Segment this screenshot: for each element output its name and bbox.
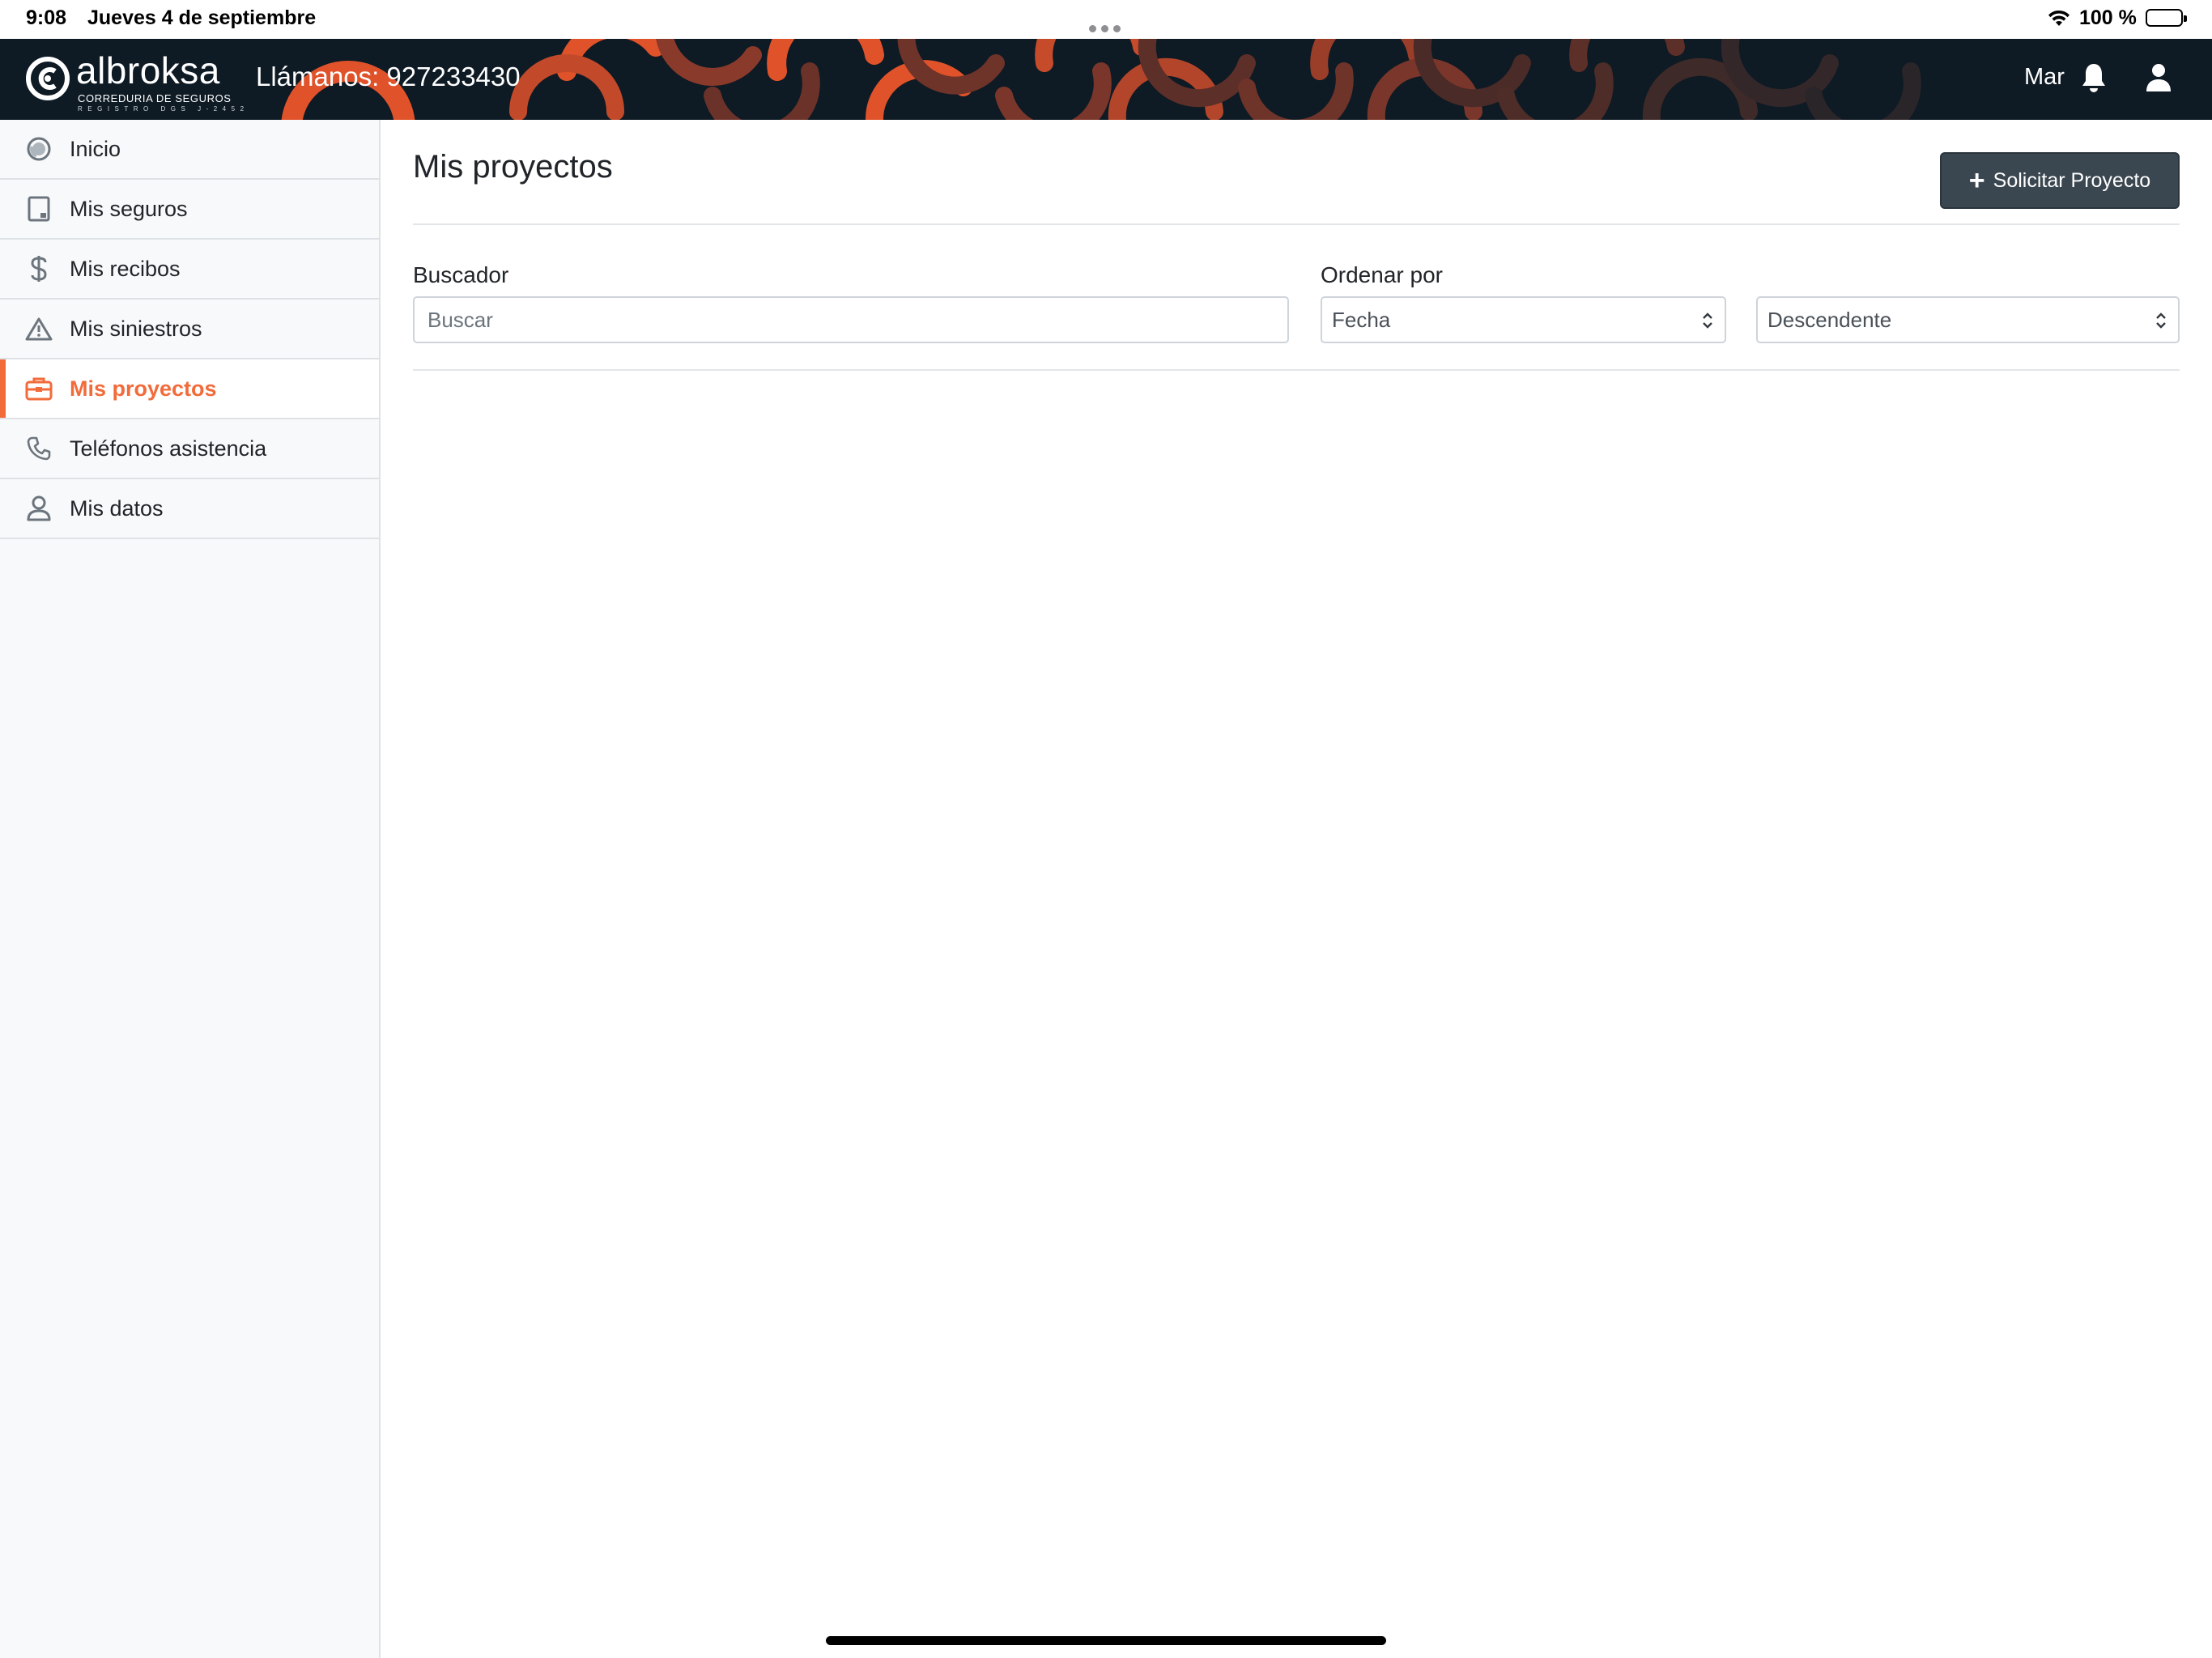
- order-direction-select[interactable]: Descendente: [1756, 296, 2180, 343]
- logo-registry: REGISTRO DGS J-2452: [78, 105, 249, 113]
- sidebar-item-mis-siniestros[interactable]: Mis siniestros: [0, 300, 379, 359]
- top-navbar: albroksa CORREDURIA DE SEGUROS REGISTRO …: [0, 39, 2212, 120]
- user-icon: [24, 494, 53, 523]
- sidebar-item-label: Inicio: [70, 136, 121, 161]
- order-label: Ordenar por: [1321, 262, 1443, 287]
- sidebar-item-label: Teléfonos asistencia: [70, 436, 267, 461]
- dashboard-icon: [24, 134, 53, 164]
- sidebar-item-mis-datos[interactable]: Mis datos: [0, 479, 379, 539]
- dollar-icon: [24, 254, 53, 283]
- logo-text: albroksa: [76, 49, 220, 91]
- multitasking-dots-icon[interactable]: [1089, 15, 1125, 38]
- search-input[interactable]: [413, 296, 1289, 343]
- sidebar-item-label: Mis datos: [70, 495, 164, 521]
- sidebar-item-telefonos-asistencia[interactable]: Teléfonos asistencia: [0, 419, 379, 479]
- status-time: 9:08: [26, 6, 67, 29]
- briefcase-icon: [24, 374, 53, 403]
- plus-icon: +: [1968, 165, 1985, 196]
- sidebar: Inicio Mis seguros Mis recibos Mis sinie…: [0, 120, 381, 1658]
- search-label: Buscador: [413, 262, 509, 287]
- solicitar-proyecto-button[interactable]: + Solicitar Proyecto: [1940, 152, 2180, 209]
- status-date: Jueves 4 de septiembre: [87, 6, 317, 29]
- page-title: Mis proyectos: [413, 149, 613, 185]
- home-indicator[interactable]: [826, 1636, 1386, 1645]
- bell-icon[interactable]: [2079, 62, 2108, 94]
- sidebar-item-label: Mis proyectos: [70, 376, 217, 401]
- sidebar-item-label: Mis siniestros: [70, 316, 202, 341]
- wifi-icon: [2048, 10, 2069, 26]
- warning-icon: [24, 314, 53, 343]
- chevron-updown-icon: [1703, 312, 1712, 329]
- main-content: Mis proyectos + Solicitar Proyecto Busca…: [381, 120, 2212, 1658]
- order-direction-value: Descendente: [1767, 307, 1892, 332]
- sidebar-item-label: Mis seguros: [70, 196, 188, 221]
- sidebar-item-inicio[interactable]: Inicio: [0, 120, 379, 180]
- battery-percent: 100 %: [2079, 6, 2137, 29]
- call-phone-link[interactable]: Llámanos: 927233430: [256, 62, 521, 92]
- divider: [413, 369, 2180, 371]
- battery-icon: [2146, 9, 2187, 27]
- solicitar-proyecto-label: Solicitar Proyecto: [1993, 168, 2151, 192]
- user-icon[interactable]: [2144, 62, 2173, 94]
- sidebar-item-label: Mis recibos: [70, 256, 181, 281]
- logo-subtitle: CORREDURIA DE SEGUROS: [78, 92, 232, 104]
- chevron-updown-icon: [2156, 312, 2166, 329]
- status-bar: 9:08 Jueves 4 de septiembre 100 %: [0, 0, 2212, 39]
- order-field-value: Fecha: [1332, 307, 1391, 332]
- order-field-select[interactable]: Fecha: [1321, 296, 1726, 343]
- sidebar-item-mis-recibos[interactable]: Mis recibos: [0, 240, 379, 300]
- sidebar-item-mis-proyectos[interactable]: Mis proyectos: [0, 359, 379, 419]
- sidebar-item-mis-seguros[interactable]: Mis seguros: [0, 180, 379, 240]
- phone-icon: [24, 434, 53, 463]
- divider: [413, 223, 2180, 225]
- tablet-icon: [24, 194, 53, 223]
- logo-mark-icon: [26, 57, 70, 100]
- user-name[interactable]: Mar: [2024, 64, 2065, 91]
